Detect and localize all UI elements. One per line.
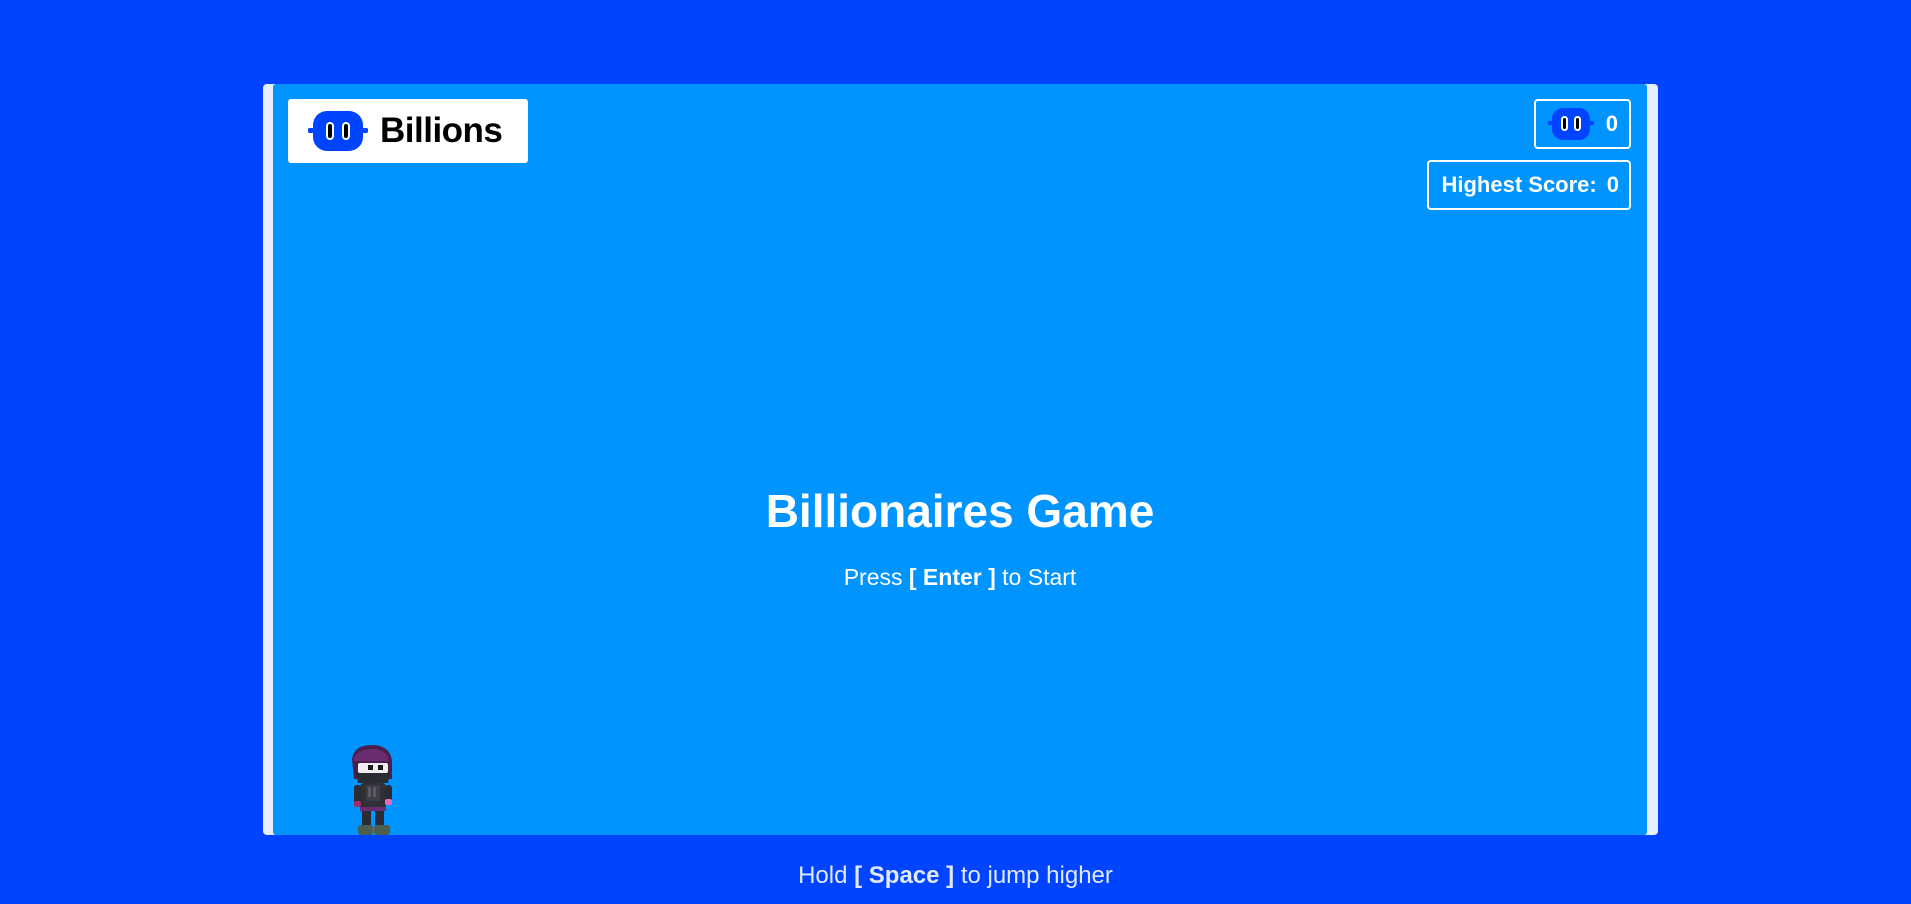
space-key-label: [ Space ] — [854, 862, 955, 889]
jump-hint-before: Hold — [798, 862, 848, 889]
coin-counter: 0 — [1533, 99, 1631, 149]
enter-key-label: [ Enter ] — [908, 564, 996, 590]
ninja-character — [352, 745, 392, 835]
billions-logo: Billions — [288, 99, 528, 163]
billions-robot-icon — [308, 111, 368, 151]
start-prompt: Press [ Enter ] to Start — [273, 564, 1647, 591]
game-frame: Billions 0 Highest Score: 0 Billionaires… — [263, 84, 1658, 835]
coin-count: 0 — [1605, 111, 1618, 136]
highest-score-value: 0 — [1606, 172, 1619, 197]
highest-score-box: Highest Score: 0 — [1427, 160, 1631, 210]
highest-score-label: Highest Score: — [1441, 172, 1597, 197]
game-title: Billionaires Game — [765, 485, 1155, 537]
start-prompt-before: Press — [843, 564, 903, 590]
logo-text: Billions — [380, 111, 503, 150]
jump-hint: Hold [ Space ] to jump higher — [0, 862, 1911, 890]
jump-hint-after: to jump higher — [960, 862, 1113, 889]
start-prompt-after: to Start — [1002, 564, 1077, 590]
billions-robot-icon — [1547, 108, 1594, 140]
game-canvas[interactable]: Billions 0 Highest Score: 0 Billionaires… — [273, 84, 1647, 835]
